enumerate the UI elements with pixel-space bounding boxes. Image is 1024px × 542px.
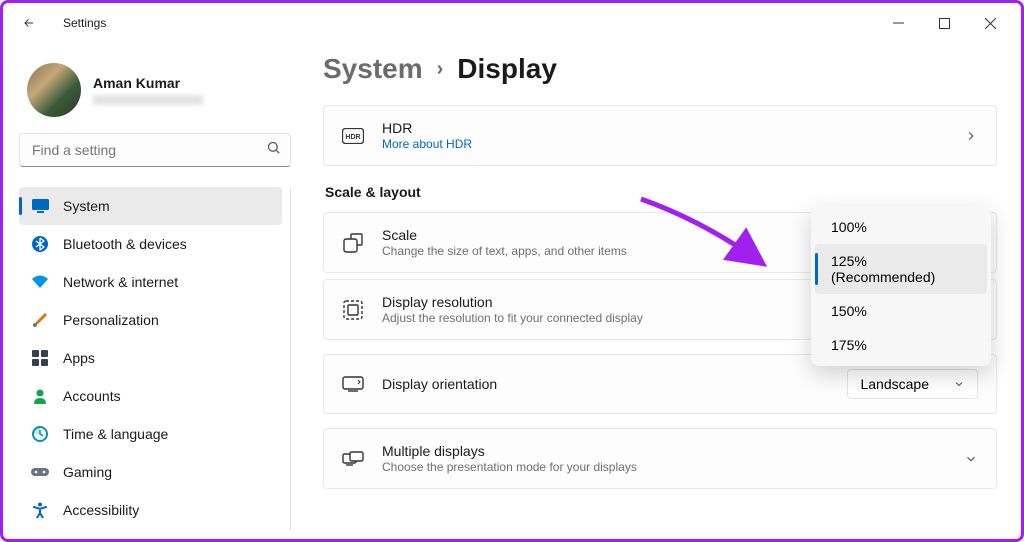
orientation-value: Landscape [860,376,929,392]
window-title: Settings [63,16,106,30]
section-scale-layout: Scale & layout [325,184,997,200]
sidebar-item-bluetooth[interactable]: Bluetooth & devices [19,225,282,263]
orientation-select[interactable]: Landscape [847,369,978,399]
search-input[interactable] [19,133,291,167]
sidebar-item-personalization[interactable]: Personalization [19,301,282,339]
breadcrumb-parent[interactable]: System [323,53,423,85]
scale-icon [342,232,364,254]
hdr-title: HDR [382,120,946,136]
accounts-icon [31,387,49,405]
sidebar-item-system[interactable]: System [19,187,282,225]
bluetooth-icon [31,235,49,253]
sidebar-label: Accessibility [63,502,139,518]
back-button[interactable] [11,5,47,41]
wifi-icon [31,273,49,291]
profile-email-blurred [93,95,203,105]
clock-icon [31,425,49,443]
scale-dropdown: 100% 125% (Recommended) 150% 175% [811,206,991,366]
sidebar-item-gaming[interactable]: Gaming [19,453,282,491]
profile-name: Aman Kumar [93,75,203,91]
sidebar-item-network[interactable]: Network & internet [19,263,282,301]
maximize-button[interactable] [921,7,967,39]
sidebar-label: Network & internet [63,274,178,290]
breadcrumb-current: Display [457,53,557,85]
multiple-displays-card[interactable]: Multiple displays Choose the presentatio… [323,428,997,489]
scale-option-125[interactable]: 125% (Recommended) [815,244,987,294]
resolution-title: Display resolution [382,294,835,310]
avatar [27,63,81,117]
orientation-icon [342,373,364,395]
hdr-icon: HDR [342,125,364,147]
search-icon [266,140,281,160]
apps-icon [31,349,49,367]
resolution-icon [342,299,364,321]
multiple-displays-icon [342,448,364,470]
brush-icon [31,311,49,329]
scale-option-150[interactable]: 150% [815,294,987,328]
accessibility-icon [31,501,49,519]
sidebar-item-apps[interactable]: Apps [19,339,282,377]
breadcrumb: System › Display [323,53,997,85]
scale-option-175[interactable]: 175% [815,328,987,362]
chevron-down-icon [953,378,965,390]
sidebar-item-accounts[interactable]: Accounts [19,377,282,415]
hdr-link[interactable]: More about HDR [382,137,946,151]
sidebar-label: Gaming [63,464,112,480]
sidebar-label: Time & language [63,426,168,442]
multiple-title: Multiple displays [382,443,946,459]
search-container [19,133,291,167]
resolution-sub: Adjust the resolution to fit your connec… [382,311,835,325]
sidebar-item-time[interactable]: Time & language [19,415,282,453]
system-icon [31,197,49,215]
sidebar-item-accessibility[interactable]: Accessibility [19,491,282,529]
scale-option-100[interactable]: 100% [815,210,987,244]
svg-text:HDR: HDR [345,134,360,141]
gamepad-icon [31,463,49,481]
sidebar-label: Bluetooth & devices [63,236,187,252]
breadcrumb-separator: › [437,58,444,81]
minimize-button[interactable] [875,7,921,39]
profile[interactable]: Aman Kumar [19,51,291,133]
orientation-title: Display orientation [382,376,829,392]
hdr-card[interactable]: HDR HDR More about HDR [323,105,997,166]
sidebar-label: Accounts [63,388,121,404]
sidebar-label: Apps [63,350,95,366]
sidebar-label: System [63,198,110,214]
chevron-down-icon [964,452,978,466]
close-button[interactable] [967,7,1013,39]
chevron-right-icon [964,129,978,143]
multiple-sub: Choose the presentation mode for your di… [382,460,946,474]
sidebar-label: Personalization [63,312,159,328]
